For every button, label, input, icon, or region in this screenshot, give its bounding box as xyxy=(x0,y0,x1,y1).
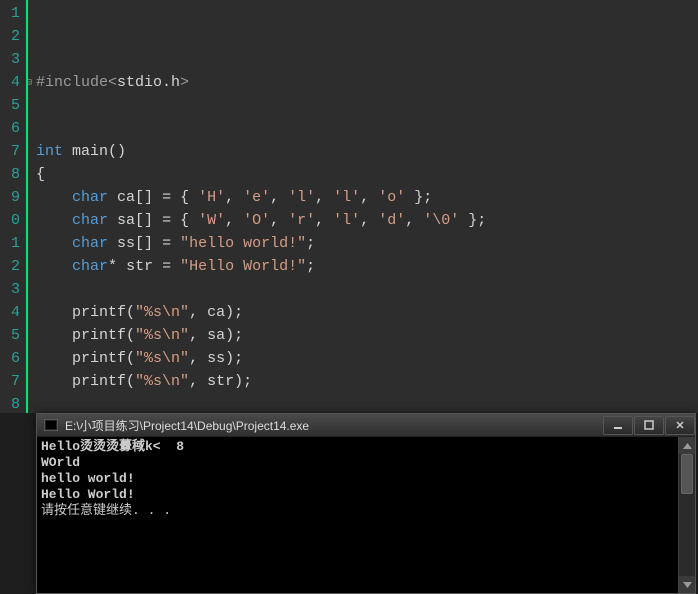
line-number: 2 xyxy=(0,255,20,278)
code-area[interactable]: ⊟ #include<stdio.h> int main() { char ca… xyxy=(28,0,698,413)
line-number: 5 xyxy=(0,94,20,117)
scroll-track[interactable] xyxy=(679,454,695,576)
line-number: 6 xyxy=(0,347,20,370)
line-number: 1 xyxy=(0,2,20,25)
line-number: 9 xyxy=(0,186,20,209)
close-button[interactable] xyxy=(665,416,695,435)
console-line: hello world! xyxy=(41,471,691,487)
line-number: 7 xyxy=(0,140,20,163)
code-editor: 123456789012345678 ⊟ #include<stdio.h> i… xyxy=(0,0,698,413)
scroll-down-icon[interactable] xyxy=(679,576,695,593)
line-number: 7 xyxy=(0,370,20,393)
console-title: E:\小项目练习\Project14\Debug\Project14.exe xyxy=(65,417,602,434)
scroll-up-icon[interactable] xyxy=(679,437,695,454)
window-controls xyxy=(602,416,695,435)
console-line: WOrld xyxy=(41,455,691,471)
console-line: 请按任意键继续. . . xyxy=(41,503,691,519)
line-number: 8 xyxy=(0,163,20,186)
console-titlebar[interactable]: E:\小项目练习\Project14\Debug\Project14.exe xyxy=(37,414,695,437)
line-number-gutter: 123456789012345678 xyxy=(0,0,28,413)
maximize-button[interactable] xyxy=(634,416,664,435)
line-number: 6 xyxy=(0,117,20,140)
console-scrollbar[interactable] xyxy=(678,437,695,593)
line-number: 3 xyxy=(0,278,20,301)
scroll-thumb[interactable] xyxy=(681,454,693,494)
line-number: 5 xyxy=(0,324,20,347)
console-output[interactable]: Hello烫烫烫虋稢k< 8WOrldhello world!Hello Wor… xyxy=(37,437,695,593)
line-number: 2 xyxy=(0,25,20,48)
console-line: Hello烫烫烫虋稢k< 8 xyxy=(41,439,691,455)
console-line: Hello World! xyxy=(41,487,691,503)
console-window: E:\小项目练习\Project14\Debug\Project14.exe H… xyxy=(36,413,696,594)
line-number: 3 xyxy=(0,48,20,71)
line-number: 4 xyxy=(0,301,20,324)
line-number: 4 xyxy=(0,71,20,94)
fold-marker-icon[interactable]: ⊟ xyxy=(28,72,36,82)
console-app-icon xyxy=(43,417,59,433)
line-number: 1 xyxy=(0,232,20,255)
line-number: 8 xyxy=(0,393,20,416)
minimize-button[interactable] xyxy=(603,416,633,435)
line-number: 0 xyxy=(0,209,20,232)
